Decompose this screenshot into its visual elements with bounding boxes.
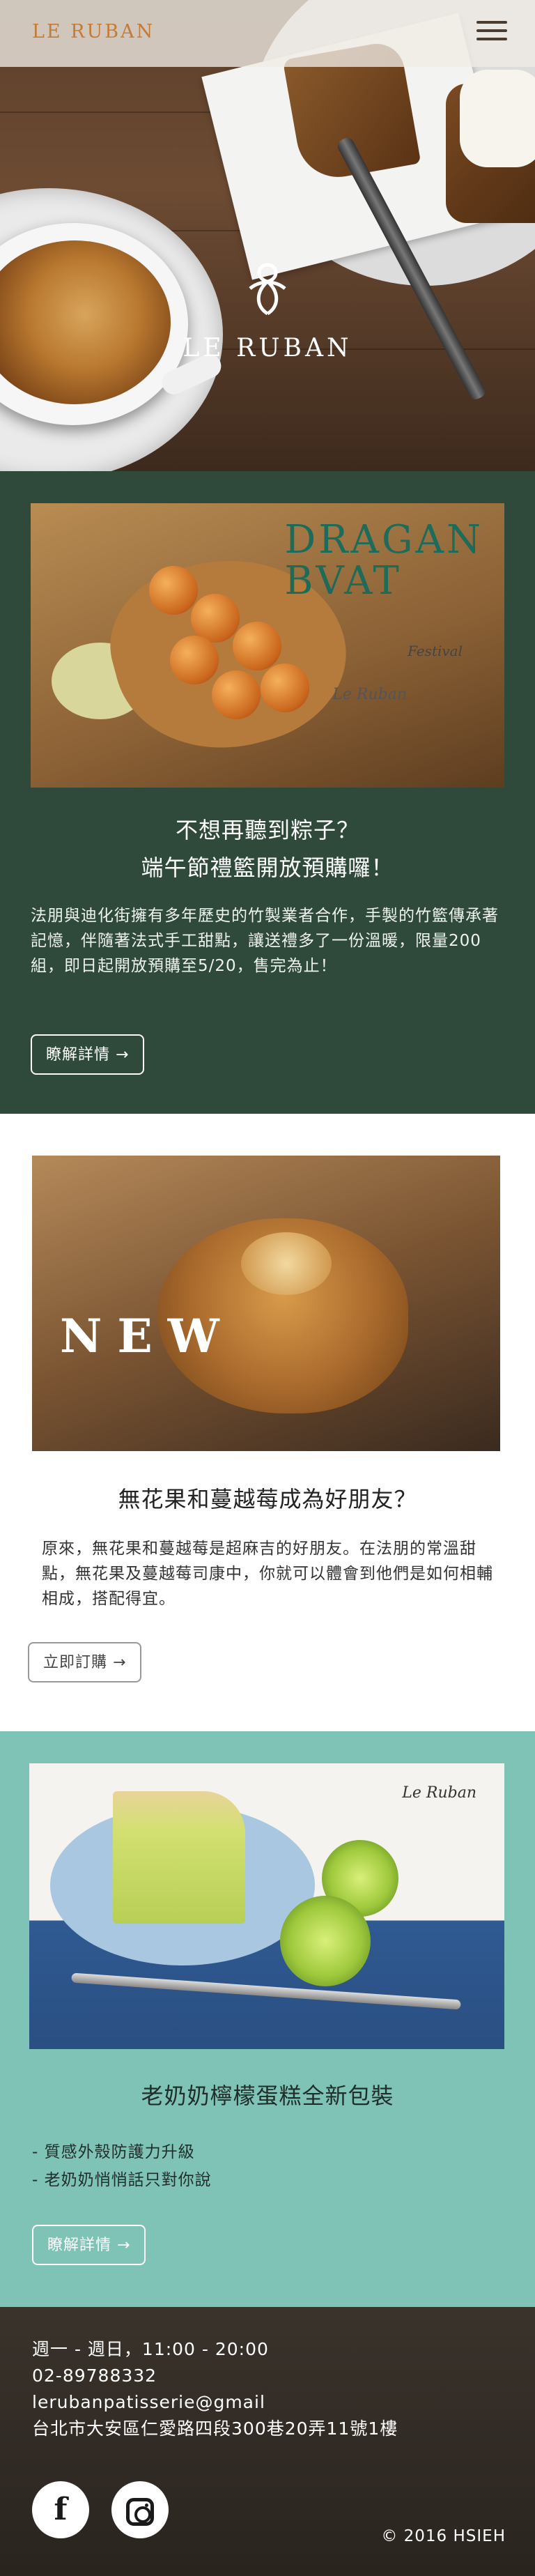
list-item: - 質感外殼防護力升級	[32, 2143, 195, 2161]
dragon-boat-promo-section: DRAGAN BVAT Festival Le Ruban 不想再聽到粽子？ 端…	[0, 471, 535, 1114]
scone-promo-image: NEW	[32, 1156, 500, 1451]
facebook-icon[interactable]: f	[32, 2481, 89, 2538]
section-body: 法朋與迪化街擁有多年歷史的竹製業者合作，手製的竹籃傳承著記憶，伴隨著法式手工甜點…	[31, 907, 499, 975]
email-address[interactable]: lerubanpatisserie@gmail	[32, 2389, 398, 2416]
dragon-boat-promo-image: DRAGAN BVAT Festival Le Ruban	[31, 503, 504, 788]
header-brand-logo[interactable]: LE RUBAN	[32, 21, 155, 43]
address: 台北市大安區仁愛路四段300巷20弄11號1樓	[32, 2418, 398, 2439]
icing-image	[460, 70, 535, 167]
feature-list: - 質感外殼防護力升級 - 老奶奶悄悄話只對你說	[32, 2138, 212, 2194]
lemon-cake-promo-section: Le Ruban 老奶奶檸檬蛋糕全新包裝 - 質感外殼防護力升級 - 老奶奶悄悄…	[0, 1731, 535, 2307]
image-brand: Le Ruban	[402, 1784, 476, 1802]
section-heading: 無花果和蔓越莓成為好朋友？	[118, 1486, 417, 1512]
top-navigation-bar: LE RUBAN	[0, 0, 535, 67]
hero-banner: LE RUBAN	[0, 0, 535, 471]
image-subtitle: Festival	[408, 643, 463, 659]
instagram-icon[interactable]	[111, 2481, 169, 2538]
site-footer: 週一 - 週日，11:00 - 20:00 02-89788332 leruba…	[0, 2307, 535, 2576]
hero-logo: LE RUBAN	[0, 258, 535, 362]
hero-brand-name: LE RUBAN	[183, 334, 352, 362]
hamburger-menu-icon[interactable]	[476, 21, 507, 45]
opening-hours: 週一 - 週日，11:00 - 20:00	[32, 2339, 269, 2359]
section-body: 原來，無花果和蔓越莓是超麻吉的好朋友。在法朋的常溫甜點，無花果及蔓越莓司康中，你…	[42, 1540, 493, 1608]
new-overlay-text: NEW	[60, 1309, 235, 1363]
image-title: DRAGAN BVAT	[284, 517, 483, 604]
copyright: © 2016 HSIEH	[381, 2527, 506, 2545]
lemon-cake-promo-image: Le Ruban	[29, 1763, 504, 2049]
lemon-cake-image	[113, 1791, 245, 1924]
contact-info: 週一 - 週日，11:00 - 20:00 02-89788332 leruba…	[32, 2336, 398, 2442]
order-now-button[interactable]: 立即訂購 →	[28, 1642, 142, 1682]
list-item: - 老奶奶悄悄話只對你說	[32, 2171, 212, 2189]
learn-more-button[interactable]: 瞭解詳情 →	[32, 2225, 146, 2265]
learn-more-button[interactable]: 瞭解詳情 →	[31, 1034, 145, 1075]
image-brand: Le Ruban	[332, 686, 407, 703]
section-heading: 老奶奶檸檬蛋糕全新包裝	[141, 2083, 394, 2109]
lime-image	[280, 1896, 371, 1986]
ribbon-logo-icon	[0, 258, 535, 330]
scone-promo-section: NEW 無花果和蔓越莓成為好朋友？ 原來，無花果和蔓越莓是超麻吉的好朋友。在法朋…	[0, 1114, 535, 1731]
section-heading: 不想再聽到粽子？ 端午節禮籃開放預購囉！	[141, 817, 394, 881]
cutlery-image	[71, 1972, 461, 2010]
phone-number[interactable]: 02-89788332	[32, 2363, 398, 2389]
